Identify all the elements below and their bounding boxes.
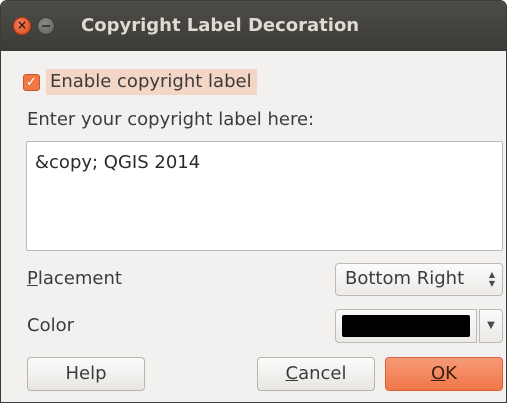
color-swatch bbox=[342, 315, 470, 337]
ok-label-rest: K bbox=[445, 363, 457, 384]
enable-copyright-label[interactable]: Enable copyright label bbox=[46, 69, 257, 95]
placement-label: Placement bbox=[27, 268, 122, 289]
ok-button[interactable]: OK bbox=[385, 357, 503, 391]
color-label: Color bbox=[27, 315, 74, 336]
window-title: Copyright Label Decoration bbox=[81, 15, 360, 36]
spin-arrows-icon[interactable]: ▲ ▼ bbox=[489, 270, 495, 288]
placement-label-rest: lacement bbox=[37, 268, 122, 289]
enable-copyright-checkbox[interactable]: ✓ Enable copyright label bbox=[23, 67, 257, 97]
placement-value: Bottom Right bbox=[345, 268, 465, 289]
close-icon[interactable]: × bbox=[13, 17, 31, 35]
placement-label-mnemonic: P bbox=[27, 268, 38, 289]
chevron-down-icon[interactable]: ▼ bbox=[479, 309, 503, 343]
placement-select[interactable]: Bottom Right ▲ ▼ bbox=[335, 263, 503, 296]
ok-mnemonic: O bbox=[431, 363, 446, 384]
cancel-mnemonic: C bbox=[285, 363, 299, 384]
cancel-label-rest: ancel bbox=[298, 363, 347, 384]
dialog-window: × Copyright Label Decoration ✓ Enable co… bbox=[0, 0, 507, 403]
minimize-icon[interactable] bbox=[37, 17, 55, 35]
color-picker-button[interactable] bbox=[335, 309, 477, 343]
cancel-button[interactable]: Cancel bbox=[257, 357, 375, 391]
copyright-text-field[interactable]: &copy; QGIS 2014 bbox=[26, 141, 503, 251]
check-icon[interactable]: ✓ bbox=[23, 73, 40, 91]
dialog-content: ✓ Enable copyright label Enter your copy… bbox=[1, 51, 506, 402]
help-button[interactable]: Help bbox=[27, 357, 145, 391]
copyright-prompt: Enter your copyright label here: bbox=[27, 109, 315, 130]
title-bar[interactable]: × Copyright Label Decoration bbox=[1, 1, 506, 51]
